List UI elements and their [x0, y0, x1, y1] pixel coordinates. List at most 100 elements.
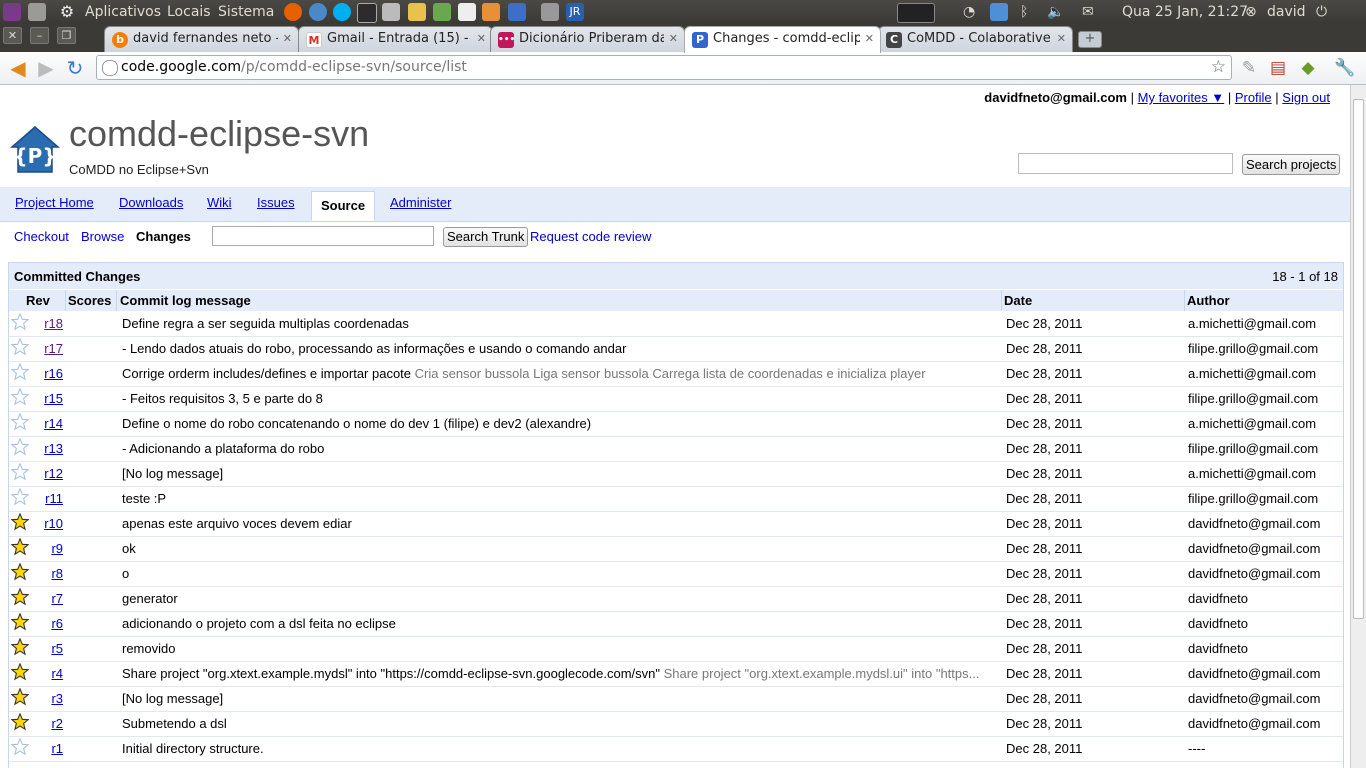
menu-applications[interactable]: Aplicativos — [85, 0, 161, 24]
commit-message[interactable]: apenas este arquivo voces devem ediar — [122, 516, 998, 531]
user-name[interactable]: david — [1267, 0, 1306, 24]
star-filled-icon[interactable] — [11, 613, 29, 631]
game-launcher-icon[interactable] — [508, 3, 526, 21]
table-row[interactable]: r14 Define o nome do robo concatenando o … — [9, 411, 1343, 437]
column-rev[interactable]: Rev — [26, 293, 50, 308]
extension-icon[interactable]: ▤ — [1268, 58, 1288, 78]
commit-message[interactable]: Define o nome do robo concatenando o nom… — [122, 416, 998, 431]
commit-message[interactable]: Share project "org.xtext.example.mydsl" … — [122, 666, 998, 681]
commit-message[interactable]: generator — [122, 591, 998, 606]
revision-link[interactable]: r17 — [31, 341, 63, 356]
revision-link[interactable]: r5 — [31, 641, 63, 656]
wrench-menu-icon[interactable]: 🔧 — [1334, 58, 1355, 78]
star-empty-icon[interactable] — [11, 313, 29, 331]
star-filled-icon[interactable] — [11, 588, 29, 606]
table-row[interactable]: r16 Corrige orderm includes/defines e imp… — [9, 361, 1343, 387]
browser-tab-comdd[interactable]: C CoMDD - Colaborative M ✕ — [878, 26, 1073, 52]
star-empty-icon[interactable] — [11, 463, 29, 481]
column-commit-message[interactable]: Commit log message — [120, 293, 251, 308]
tab-close-icon[interactable]: ✕ — [865, 27, 874, 51]
table-row[interactable]: r11 teste :P Dec 28, 2011 filipe.grillo@gma… — [9, 486, 1343, 512]
power-icon[interactable]: ⏻ — [1316, 0, 1327, 24]
star-empty-icon[interactable] — [11, 388, 29, 406]
page-scrollbar[interactable] — [1350, 85, 1366, 768]
star-empty-icon[interactable] — [11, 438, 29, 456]
dropbox-icon[interactable] — [990, 3, 1008, 21]
revision-link[interactable]: r7 — [31, 591, 63, 606]
tab-close-icon[interactable]: ✕ — [1057, 27, 1066, 51]
terminal-launcher-icon[interactable] — [357, 3, 377, 23]
tab-wiki[interactable]: Wiki — [207, 195, 232, 210]
star-empty-icon[interactable] — [11, 738, 29, 756]
skype-launcher-icon[interactable] — [333, 3, 351, 21]
search-projects-button[interactable]: Search projects — [1242, 154, 1341, 175]
star-filled-icon[interactable] — [11, 663, 29, 681]
graph-launcher-icon[interactable] — [433, 3, 451, 21]
window-close-icon[interactable]: ✕ — [3, 27, 22, 44]
revision-link[interactable]: r9 — [31, 541, 63, 556]
table-row[interactable]: r3 [No log message] Dec 28, 2011 davidfneto… — [9, 686, 1343, 712]
commit-message[interactable]: - Feitos requisitos 3, 5 e parte do 8 — [122, 391, 998, 406]
address-bar[interactable]: code.google.com/p/comdd-eclipse-svn/sour… — [96, 55, 1232, 80]
tab-downloads[interactable]: Downloads — [119, 195, 183, 210]
browser-tab-changes[interactable]: P Changes - comdd-eclips ✕ — [684, 26, 881, 53]
revision-link[interactable]: r4 — [31, 666, 63, 681]
commit-message[interactable]: Define regra a ser seguida multiplas coo… — [122, 316, 998, 331]
browser-tab-priberam[interactable]: ••• Dicionário Priberam da L ✕ — [490, 26, 685, 52]
commit-message[interactable]: [No log message] — [122, 466, 998, 481]
extension-icon[interactable]: ◆ — [1298, 58, 1318, 78]
reload-icon[interactable]: ↻ — [63, 56, 87, 80]
jr-launcher-icon[interactable]: JR — [566, 3, 584, 21]
volume-icon[interactable]: 🔈 — [1047, 0, 1064, 24]
table-row[interactable]: r7 generator Dec 28, 2011 davidfneto — [9, 586, 1343, 612]
star-empty-icon[interactable] — [11, 338, 29, 356]
revision-link[interactable]: r3 — [31, 691, 63, 706]
revision-link[interactable]: r8 — [31, 566, 63, 581]
tab-close-icon[interactable]: ✕ — [283, 27, 292, 51]
calculator-launcher-icon[interactable] — [541, 3, 559, 21]
tab-close-icon[interactable]: ✕ — [477, 27, 486, 51]
tab-issues[interactable]: Issues — [257, 195, 295, 210]
new-tab-button[interactable]: + — [1078, 31, 1102, 48]
window-maximize-icon[interactable]: ❐ — [57, 27, 76, 44]
star-empty-icon[interactable] — [11, 363, 29, 381]
mysql-launcher-icon[interactable] — [482, 3, 500, 21]
back-arrow-icon[interactable]: ◀ — [6, 56, 30, 80]
sign-out-link[interactable]: Sign out — [1282, 90, 1330, 105]
subtab-browse[interactable]: Browse — [81, 229, 124, 244]
revision-link[interactable]: r2 — [31, 716, 63, 731]
ubuntu-logo-icon[interactable]: ⚙ — [58, 3, 76, 21]
revision-link[interactable]: r16 — [31, 366, 63, 381]
star-filled-icon[interactable] — [11, 688, 29, 706]
revision-link[interactable]: r15 — [31, 391, 63, 406]
star-empty-icon[interactable] — [11, 488, 29, 506]
bookmark-star-icon[interactable]: ☆ — [1211, 56, 1226, 79]
project-logo-icon[interactable]: {P} — [10, 125, 60, 175]
tab-project-home[interactable]: Project Home — [15, 195, 94, 210]
revision-link[interactable]: r11 — [31, 491, 63, 506]
chromium-launcher-icon[interactable] — [309, 3, 327, 21]
profile-link[interactable]: Profile — [1235, 90, 1272, 105]
star-filled-icon[interactable] — [11, 563, 29, 581]
workspace-switcher-icon[interactable] — [897, 3, 935, 23]
my-favorites-link[interactable]: My favorites ▼ — [1138, 90, 1225, 105]
table-row[interactable]: r4 Share project "org.xtext.example.mydsl… — [9, 661, 1343, 687]
window-minimize-icon[interactable]: – — [30, 27, 49, 44]
editor-launcher-icon[interactable] — [458, 3, 476, 21]
network-launcher-icon[interactable] — [382, 3, 400, 21]
table-row[interactable]: r9 ok Dec 28, 2011 davidfneto@gmail.com — [9, 536, 1343, 562]
user-status-icon[interactable]: ⊗ — [1245, 0, 1257, 24]
commit-message[interactable]: teste :P — [122, 491, 998, 506]
table-row[interactable]: r17 - Lendo dados atuais do robo, process… — [9, 336, 1343, 362]
commit-message[interactable]: - Adicionando a plataforma do robo — [122, 441, 998, 456]
mail-icon[interactable]: ✉ — [1082, 0, 1094, 24]
column-scores[interactable]: Scores — [68, 293, 111, 308]
table-row[interactable]: r2 Submetendo a dsl Dec 28, 2011 davidfneto… — [9, 711, 1343, 737]
folder-launcher-icon[interactable] — [408, 3, 426, 21]
menu-system[interactable]: Sistema — [218, 0, 274, 24]
revision-search-input[interactable] — [212, 226, 434, 246]
clock[interactable]: Qua 25 Jan, 21:27 — [1122, 0, 1248, 24]
search-trunk-button[interactable]: Search Trunk — [443, 227, 529, 247]
commit-message[interactable]: Initial directory structure. — [122, 741, 998, 756]
revision-link[interactable]: r6 — [31, 616, 63, 631]
